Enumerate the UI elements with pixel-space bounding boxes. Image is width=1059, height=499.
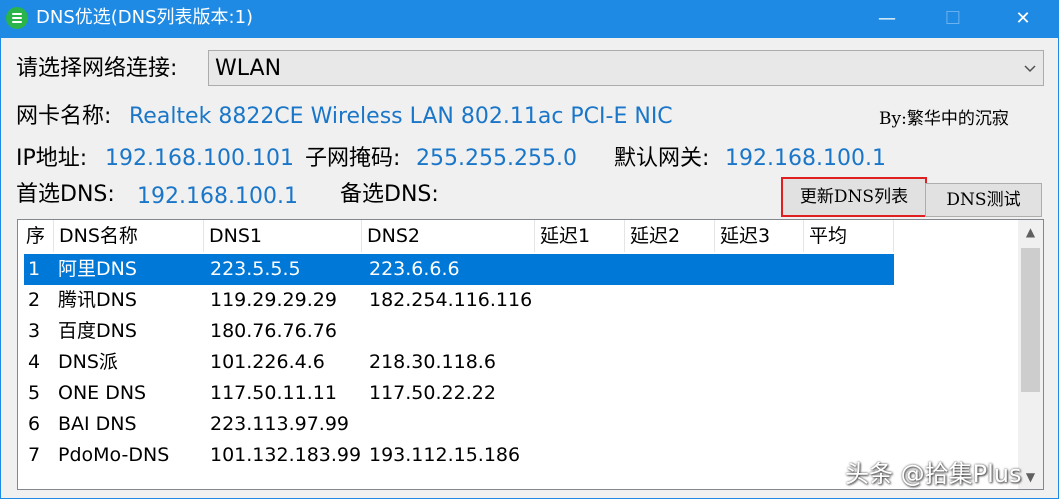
row-dns2: 223.6.6.6 (369, 258, 460, 280)
table-row[interactable]: 1 阿里DNS 223.5.5.5 223.6.6.6 (24, 254, 894, 285)
row-dns-name: 阿里DNS (58, 258, 137, 280)
row-index: 7 (28, 444, 41, 466)
watermark: 头条 @拾集Plus (845, 460, 1022, 488)
row-index: 4 (28, 351, 41, 373)
row-dns1: 180.76.76.76 (210, 320, 337, 342)
update-dns-list-button[interactable]: 更新DNS列表 (781, 177, 927, 217)
dns-test-button[interactable]: DNS测试 (925, 183, 1042, 217)
author-credit: By:繁华中的沉寂 (879, 109, 1009, 129)
column-header-dns1[interactable]: DNS1 (204, 220, 362, 252)
subnet-mask-label: 子网掩码: (305, 146, 401, 171)
column-header-latency3[interactable]: 延迟3 (715, 220, 804, 252)
app-icon (6, 7, 28, 29)
nic-value: Realtek 8822CE Wireless LAN 802.11ac PCI… (129, 104, 673, 129)
row-dns1: 223.113.97.99 (210, 413, 350, 435)
row-dns-name: BAI DNS (58, 413, 137, 435)
list-header: 序 DNS名称 DNS1 DNS2 延迟1 延迟2 延迟3 平均 (18, 220, 1018, 252)
row-index: 3 (28, 320, 41, 342)
row-dns1: 117.50.11.11 (210, 382, 337, 404)
subnet-mask-value: 255.255.255.0 (416, 146, 577, 171)
gateway-label: 默认网关: (614, 146, 710, 171)
row-dns2: 218.30.118.6 (369, 351, 496, 373)
minimize-button[interactable]: — (862, 0, 912, 38)
column-header-latency1[interactable]: 延迟1 (535, 220, 625, 252)
column-header-latency2[interactable]: 延迟2 (625, 220, 715, 252)
primary-dns-label: 首选DNS: (16, 182, 115, 207)
table-row[interactable]: 3 百度DNS 180.76.76.76 (24, 316, 894, 347)
gateway-value: 192.168.100.1 (725, 146, 886, 171)
network-select[interactable]: WLAN (208, 50, 1044, 86)
network-select-label: 请选择网络连接: (16, 56, 178, 81)
row-index: 6 (28, 413, 41, 435)
row-index: 5 (28, 382, 41, 404)
table-row[interactable]: 7 PdoMo-DNS 101.132.183.99 193.112.15.18… (24, 440, 894, 471)
window-border-left (0, 38, 1, 499)
network-select-value: WLAN (215, 56, 282, 81)
row-dns2: 182.254.116.116 (369, 289, 533, 311)
row-dns2: 193.112.15.186 (369, 444, 521, 466)
dns-list[interactable]: 序 DNS名称 DNS1 DNS2 延迟1 延迟2 延迟3 平均 1 阿里DNS… (17, 219, 1044, 490)
title-bar: DNS优选(DNS列表版本:1) — ☐ ✕ (0, 0, 1059, 38)
table-row[interactable]: 4 DNS派 101.226.4.6 218.30.118.6 (24, 347, 894, 378)
column-header-name[interactable]: DNS名称 (54, 220, 204, 252)
row-dns-name: DNS派 (58, 351, 118, 373)
close-button[interactable]: ✕ (998, 0, 1048, 38)
window-title: DNS优选(DNS列表版本:1) (36, 7, 254, 28)
maximize-button[interactable]: ☐ (928, 0, 978, 38)
row-index: 2 (28, 289, 41, 311)
column-header-dns2[interactable]: DNS2 (362, 220, 535, 252)
ip-value: 192.168.100.101 (105, 146, 294, 171)
row-dns-name: 百度DNS (58, 320, 137, 342)
row-dns-name: PdoMo-DNS (58, 444, 170, 466)
scroll-up-icon[interactable]: ▲ (1018, 220, 1043, 244)
row-dns-name: 腾讯DNS (58, 289, 137, 311)
row-dns1: 101.226.4.6 (210, 351, 325, 373)
nic-label: 网卡名称: (16, 104, 112, 129)
column-header-index[interactable]: 序 (21, 220, 54, 252)
row-dns-name: ONE DNS (58, 382, 147, 404)
scroll-down-icon[interactable]: ▼ (1018, 465, 1043, 489)
ip-label: IP地址: (16, 146, 88, 171)
table-row[interactable]: 5 ONE DNS 117.50.11.11 117.50.22.22 (24, 378, 894, 409)
row-index: 1 (28, 258, 41, 280)
vertical-scrollbar[interactable]: ▲ ▼ (1018, 220, 1043, 489)
column-header-average[interactable]: 平均 (804, 220, 894, 252)
scrollbar-thumb[interactable] (1021, 248, 1040, 392)
table-row[interactable]: 6 BAI DNS 223.113.97.99 (24, 409, 894, 440)
primary-dns-value: 192.168.100.1 (137, 184, 298, 209)
chevron-down-icon (1024, 65, 1036, 73)
row-dns2: 117.50.22.22 (369, 382, 496, 404)
row-dns1: 101.132.183.99 (210, 444, 362, 466)
secondary-dns-label: 备选DNS: (340, 182, 439, 207)
table-row[interactable]: 2 腾讯DNS 119.29.29.29 182.254.116.116 (24, 285, 894, 316)
row-dns1: 119.29.29.29 (210, 289, 337, 311)
row-dns1: 223.5.5.5 (210, 258, 301, 280)
